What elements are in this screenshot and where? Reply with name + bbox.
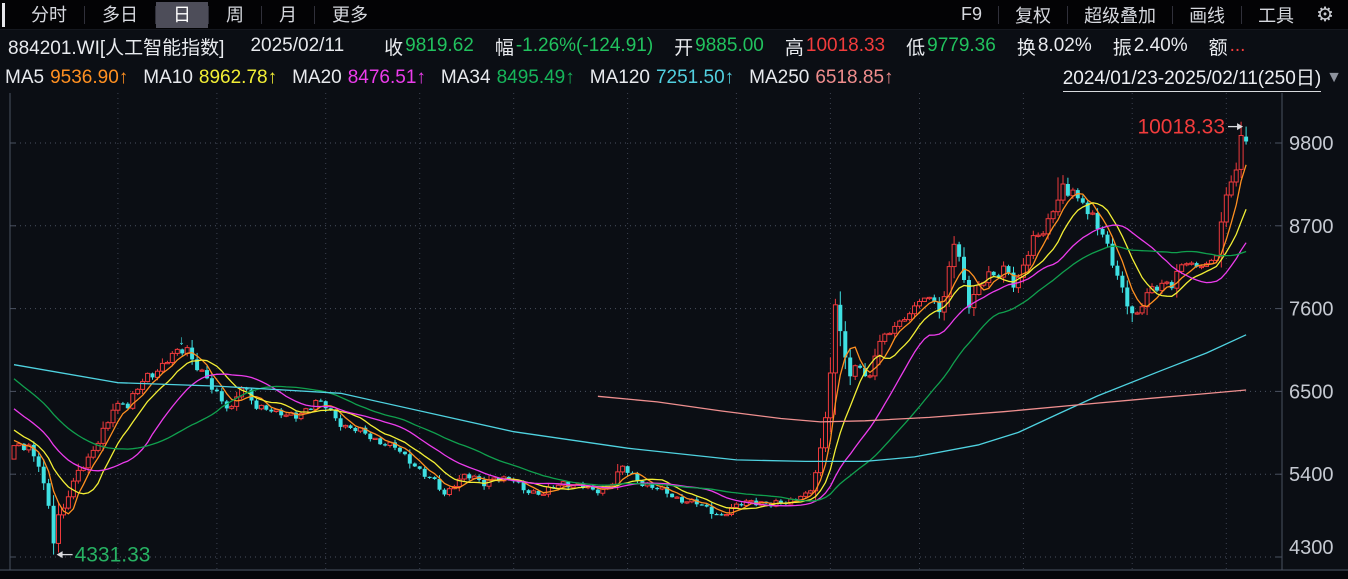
tab-monthly[interactable]: 月 <box>262 2 314 28</box>
chevron-down-icon[interactable]: ▼ <box>1326 69 1342 87</box>
ma-legend-bar: MA5 9536.90↑ MA10 8962.78↑ MA20 8476.51↑ MA… <box>0 62 1348 93</box>
ma10-legend: MA10 8962.78↑ <box>143 66 278 88</box>
settings-gear-icon[interactable]: ⚙ <box>1310 2 1348 27</box>
svg-text:5400: 5400 <box>1289 464 1334 486</box>
ma5-legend: MA5 9536.90↑ <box>5 66 129 88</box>
symbol-name: 884201.WI[人工智能指数] <box>8 37 225 59</box>
svg-text:4300: 4300 <box>1289 537 1334 559</box>
adjust-price-button[interactable]: 复权 <box>999 2 1067 28</box>
change-field: 幅 -1.26%(-124.91) <box>494 35 654 59</box>
quote-date: 2025/02/11 <box>250 35 345 56</box>
open-field: 开 9885.00 <box>674 35 764 59</box>
draw-line-button[interactable]: 画线 <box>1173 2 1241 28</box>
ma34-legend: MA34 8495.49↑ <box>440 66 575 88</box>
svg-text:7600: 7600 <box>1289 299 1334 321</box>
svg-text:10018.33: 10018.33 <box>1137 116 1225 139</box>
tab-multiday[interactable]: 多日 <box>85 2 155 28</box>
close-field: 收 9819.62 <box>384 35 474 59</box>
svg-text:4331.33: 4331.33 <box>75 544 151 567</box>
period-toolbar: 分时 多日 日 周 月 更多 F9 复权 超级叠加 画线 工具 ⚙ <box>0 0 1348 30</box>
ma20-legend: MA20 8476.51↑ <box>292 66 426 88</box>
quote-info-bar: 884201.WI[人工智能指数] 2025/02/11 收 9819.62 幅-… <box>0 30 1348 62</box>
ma250-legend: MA250 6518.85↑ <box>749 66 894 88</box>
date-range-selector[interactable]: 2024/01/23-2025/02/11(250日) <box>1062 63 1322 92</box>
low-field: 低 9779.36 <box>906 35 996 59</box>
svg-text:8700: 8700 <box>1289 216 1334 238</box>
super-overlay-button[interactable]: 超级叠加 <box>1068 2 1172 28</box>
f9-button[interactable]: F9 <box>945 4 998 25</box>
signal-marker-icon: ↓ <box>178 333 185 348</box>
amount-field: 额... <box>1208 35 1246 59</box>
amplitude-field: 振 2.40% <box>1112 35 1188 59</box>
tab-weekly[interactable]: 周 <box>209 2 261 28</box>
candlestick-chart[interactable]: 9800 8700 7600 6500 5400 4300 ↓ 10018.33 4331.33 <box>0 93 1348 579</box>
ma120-legend: MA120 7251.50↑ <box>589 66 735 88</box>
tools-button[interactable]: 工具 <box>1242 2 1310 28</box>
window-edge-highlight <box>2 3 5 27</box>
tab-intraday[interactable]: 分时 <box>14 2 84 28</box>
trading-terminal-window: 分时 多日 日 周 月 更多 F9 复权 超级叠加 画线 工具 ⚙ 884201… <box>0 0 1348 579</box>
tab-daily[interactable]: 日 <box>156 1 208 28</box>
svg-text:9800: 9800 <box>1289 133 1334 155</box>
tab-more[interactable]: 更多 <box>315 2 385 28</box>
svg-text:6500: 6500 <box>1289 381 1334 403</box>
high-field: 高 10018.33 <box>784 35 886 59</box>
turnover-field: 换 8.02% <box>1016 35 1092 59</box>
